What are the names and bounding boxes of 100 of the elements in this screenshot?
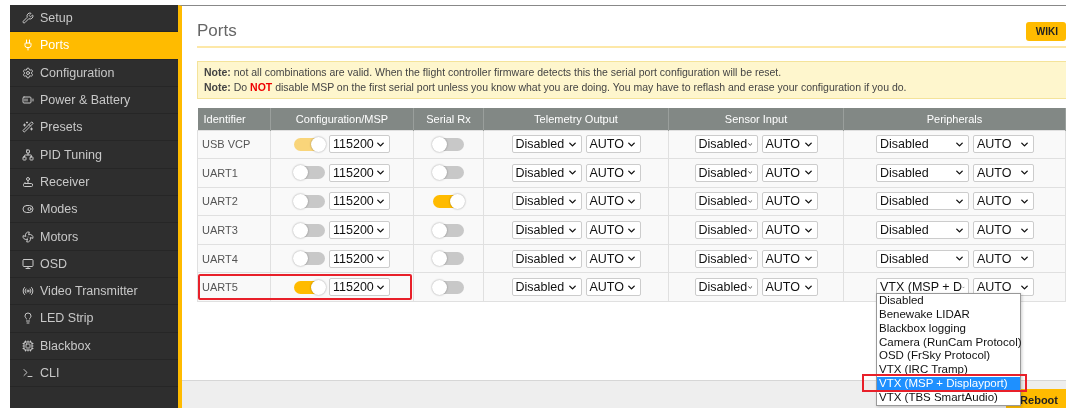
network-icon (22, 148, 34, 161)
dropdown-option[interactable]: Disabled (877, 294, 1020, 309)
select-field[interactable]: Disabled (694, 163, 758, 182)
select-field[interactable]: AUTO (973, 192, 1034, 211)
column-header: Identifier (197, 108, 271, 130)
toggle-switch[interactable] (294, 252, 325, 266)
select-field[interactable]: AUTO (973, 221, 1034, 240)
toggle-switch[interactable] (433, 195, 464, 208)
select-field[interactable]: Disabled (694, 221, 758, 240)
bulb-icon (22, 312, 34, 325)
caret-icon (1019, 196, 1030, 207)
wiki-button[interactable]: WIKI (1025, 21, 1066, 41)
sidebar-item[interactable]: Modes (10, 196, 178, 224)
select-field[interactable]: Disabled (876, 249, 969, 268)
select-field[interactable]: Disabled (511, 249, 582, 268)
toggle-switch[interactable] (433, 223, 464, 237)
port-name: UART2 (202, 195, 238, 208)
settings-icon (22, 66, 34, 79)
wand-icon (22, 121, 34, 134)
select-field[interactable]: Disabled (511, 192, 582, 211)
select-field[interactable]: AUTO (973, 278, 1034, 297)
port-name: USB VCP (202, 138, 251, 151)
dropdown-option[interactable]: Benewake LIDAR (877, 308, 1020, 322)
plug-icon (22, 39, 34, 52)
battery-icon (22, 94, 34, 107)
toggle-switch[interactable] (294, 280, 325, 294)
select-field[interactable]: 115200 (329, 249, 390, 268)
toggle-switch[interactable] (294, 195, 325, 208)
select-field[interactable]: Disabled (876, 192, 969, 211)
sidebar-item[interactable]: LED Strip (10, 305, 178, 333)
sidebar-item[interactable]: Receiver (10, 168, 178, 197)
select-field[interactable]: Disabled (511, 278, 582, 297)
select-field[interactable]: AUTO (585, 221, 641, 240)
select-field[interactable]: AUTO (973, 249, 1034, 268)
select-field[interactable]: AUTO (585, 278, 641, 297)
column-header: Configuration/MSP (270, 108, 414, 130)
sidebar-item[interactable]: CLI (10, 359, 178, 388)
dropdown-option[interactable]: OSD (FrSky Protocol) (877, 349, 1020, 364)
select-field[interactable]: AUTO (761, 249, 818, 268)
column-header: Sensor Input (668, 108, 844, 130)
antenna-icon (22, 285, 34, 298)
select-field[interactable]: 115200 (329, 221, 390, 240)
caret-icon (625, 196, 637, 207)
toggle-switch[interactable] (294, 166, 325, 180)
joystick-icon (22, 175, 34, 188)
sidebar-item[interactable]: OSD (10, 250, 178, 278)
select-field[interactable]: Disabled (694, 278, 758, 297)
select-field[interactable]: Disabled (876, 135, 969, 154)
sidebar-item[interactable]: Blackbox (10, 332, 178, 360)
select-field[interactable]: 115200 (329, 192, 390, 211)
toggle-switch[interactable] (433, 137, 464, 151)
port-name: UART5 (202, 281, 238, 294)
toggle-switch[interactable] (433, 252, 464, 266)
caret-icon (954, 196, 965, 207)
caret-icon (566, 196, 578, 207)
toggle-switch[interactable] (433, 280, 464, 294)
page-title: Ports (197, 21, 237, 41)
select-field[interactable]: Disabled (694, 135, 758, 154)
port-name: UART3 (202, 224, 238, 237)
column-header: Peripherals (843, 108, 1066, 130)
select-field[interactable]: AUTO (585, 163, 641, 182)
select-field[interactable]: AUTO (585, 192, 641, 211)
select-field[interactable]: AUTO (761, 192, 818, 211)
port-name: UART4 (202, 252, 238, 265)
select-field[interactable]: AUTO (761, 135, 818, 154)
sidebar-item[interactable]: PID Tuning (10, 141, 178, 169)
terminal-icon (22, 367, 34, 379)
toggle-switch[interactable] (433, 166, 464, 180)
select-field[interactable]: 115200 (329, 163, 390, 182)
column-header: Serial Rx (413, 108, 484, 130)
select-field[interactable]: Disabled (876, 163, 969, 182)
toggle-switch[interactable] (294, 223, 325, 237)
select-field[interactable]: AUTO (585, 135, 641, 154)
select-field[interactable]: AUTO (585, 249, 641, 268)
caret-icon (375, 196, 386, 207)
sidebar-item[interactable]: Presets (10, 114, 178, 142)
toggle-icon (22, 203, 34, 216)
select-field[interactable]: Disabled (511, 163, 582, 182)
select-field[interactable]: AUTO (761, 163, 818, 182)
select-field[interactable]: AUTO (973, 135, 1034, 154)
select-field[interactable]: Disabled (511, 221, 582, 240)
caret-icon (802, 196, 814, 207)
sidebar-item[interactable]: Motors (10, 223, 178, 251)
sidebar-item[interactable]: Video Transmitter (10, 277, 178, 306)
select-field[interactable]: AUTO (761, 221, 818, 240)
select-field[interactable]: Disabled (876, 221, 969, 240)
note-text: Note: not all combinations are valid. When the flight controller firmware detects this the serial port configuration will be reset. (204, 66, 782, 78)
wrench-icon (22, 12, 34, 25)
select-field[interactable]: AUTO (761, 278, 818, 297)
select-field[interactable]: Disabled (511, 135, 582, 154)
fan-icon (22, 230, 34, 243)
select-field[interactable]: Disabled (694, 192, 758, 211)
select-field[interactable]: Disabled (694, 249, 758, 268)
column-header: Telemetry Output (483, 108, 669, 130)
note-text: Note: Do NOT disable MSP on the first serial port unless you know what you are doing. You may have to reflash and erase your configuration if you do. (204, 81, 907, 93)
sidebar-item[interactable]: Power & Battery (10, 86, 178, 115)
select-field[interactable]: 115200 (329, 278, 390, 297)
select-field[interactable]: AUTO (973, 163, 1034, 182)
port-name: UART1 (202, 166, 238, 179)
sidebar-item[interactable]: Configuration (10, 59, 178, 87)
